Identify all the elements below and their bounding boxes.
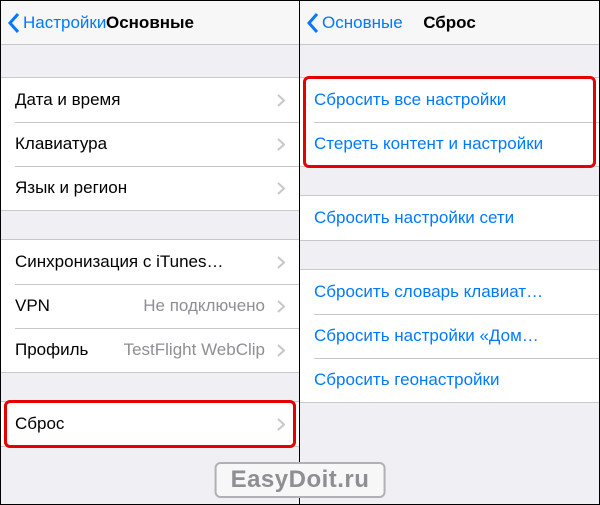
navbar-left: Настройки Основные [1, 1, 299, 45]
cell-label: Язык и регион [15, 178, 273, 198]
action-label: Сбросить геонастройки [314, 370, 500, 390]
cell-label: Клавиатура [15, 134, 273, 154]
cell-keyboard[interactable]: Клавиатура [1, 122, 299, 166]
settings-general-pane: Настройки Основные Дата и время Клавиату… [1, 1, 300, 504]
action-reset-home[interactable]: Сбросить настройки «Дом… [300, 314, 599, 358]
chevron-right-icon [277, 256, 285, 269]
cell-value: Не подключено [143, 296, 265, 316]
action-reset-keyboard-dict[interactable]: Сбросить словарь клавиат… [300, 270, 599, 314]
content-right: Сбросить все настройки Стереть контент и… [300, 45, 599, 504]
content-left: Дата и время Клавиатура Язык и регион Си [1, 45, 299, 504]
chevron-right-icon [277, 418, 285, 431]
chevron-left-icon [7, 12, 20, 34]
settings-group-1: Дата и время Клавиатура Язык и регион [1, 77, 299, 211]
back-button[interactable]: Основные [300, 12, 403, 34]
cell-label: VPN [15, 296, 50, 316]
action-reset-location[interactable]: Сбросить геонастройки [300, 358, 599, 402]
cell-date-time[interactable]: Дата и время [1, 78, 299, 122]
cell-label: Сброс [15, 414, 273, 434]
cell-label: Синхронизация с iTunes… [15, 252, 273, 272]
settings-group-3: Сброс [1, 401, 299, 447]
cell-reset[interactable]: Сброс [1, 402, 299, 446]
chevron-right-icon [277, 138, 285, 151]
action-label: Сбросить все настройки [314, 90, 506, 110]
action-label: Сбросить словарь клавиат… [314, 282, 543, 302]
settings-group-2: Синхронизация с iTunes… VPN Не подключен… [1, 239, 299, 373]
back-button[interactable]: Настройки [1, 12, 106, 34]
navbar-right: Основные Сброс [300, 1, 599, 45]
cell-profile[interactable]: Профиль TestFlight WebClip [1, 328, 299, 372]
action-label: Сбросить настройки сети [314, 208, 514, 228]
chevron-right-icon [277, 344, 285, 357]
cell-vpn[interactable]: VPN Не подключено [1, 284, 299, 328]
cell-label: Профиль [15, 340, 88, 360]
cell-value: TestFlight WebClip [124, 340, 265, 360]
reset-group-3: Сбросить словарь клавиат… Сбросить настр… [300, 269, 599, 403]
action-erase-all[interactable]: Стереть контент и настройки [300, 122, 599, 166]
chevron-right-icon [277, 182, 285, 195]
cell-label: Дата и время [15, 90, 273, 110]
back-label: Настройки [23, 13, 106, 33]
chevron-left-icon [306, 12, 319, 34]
action-reset-network[interactable]: Сбросить настройки сети [300, 196, 599, 240]
back-label: Основные [322, 13, 403, 33]
reset-group-1: Сбросить все настройки Стереть контент и… [300, 77, 599, 167]
chevron-right-icon [277, 94, 285, 107]
action-label: Сбросить настройки «Дом… [314, 326, 539, 346]
action-label: Стереть контент и настройки [314, 134, 543, 154]
action-reset-all-settings[interactable]: Сбросить все настройки [300, 78, 599, 122]
cell-itunes-sync[interactable]: Синхронизация с iTunes… [1, 240, 299, 284]
reset-group-2: Сбросить настройки сети [300, 195, 599, 241]
chevron-right-icon [277, 300, 285, 313]
reset-pane: Основные Сброс Сбросить все настройки Ст… [300, 1, 599, 504]
cell-language-region[interactable]: Язык и регион [1, 166, 299, 210]
